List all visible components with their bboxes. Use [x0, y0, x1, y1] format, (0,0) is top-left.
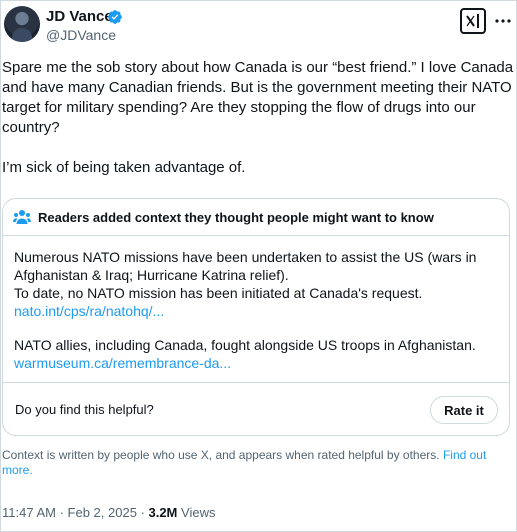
views-label: Views — [181, 505, 216, 520]
context-info: Context is written by people who use X, … — [2, 448, 502, 478]
verified-badge-icon — [108, 10, 122, 24]
note-source-link[interactable]: warmuseum.ca/remembrance-da... — [14, 354, 504, 372]
author-name[interactable]: JD Vance — [46, 8, 113, 26]
community-note-footer: Do you find this helpful? Rate it — [3, 382, 509, 436]
community-note-body: Numerous NATO missions have been underta… — [14, 248, 504, 372]
author-handle[interactable]: @JDVance — [46, 27, 116, 44]
helpful-question: Do you find this helpful? — [15, 402, 154, 417]
tweet-meta: 11:47 AM · Feb 2, 2025 · 3.2M Views — [2, 505, 215, 521]
note-line: Numerous NATO missions have been underta… — [14, 249, 477, 283]
context-info-text: Context is written by people who use X, … — [2, 448, 440, 462]
tweet-time[interactable]: 11:47 AM — [2, 505, 56, 520]
tweet-text: Spare me the sob story about how Canada … — [2, 59, 514, 176]
grok-icon[interactable] — [460, 8, 486, 34]
rate-it-button[interactable]: Rate it — [430, 396, 498, 424]
meta-separator: · — [55, 505, 68, 520]
community-note-header: Readers added context they thought peopl… — [3, 199, 509, 236]
note-line: NATO allies, including Canada, fought al… — [14, 337, 476, 353]
community-note: Readers added context they thought peopl… — [2, 198, 510, 436]
more-icon[interactable] — [494, 12, 512, 30]
community-note-title: Readers added context they thought peopl… — [38, 210, 434, 225]
note-line: To date, no NATO mission has been initia… — [14, 285, 423, 301]
avatar[interactable] — [4, 6, 40, 42]
views-count: 3.2M — [148, 505, 178, 520]
note-source-link[interactable]: nato.int/cps/ra/natohq/... — [14, 302, 504, 320]
people-icon — [13, 210, 31, 224]
tweet-date[interactable]: Feb 2, 2025 — [68, 505, 137, 520]
meta-separator: · — [136, 505, 149, 520]
